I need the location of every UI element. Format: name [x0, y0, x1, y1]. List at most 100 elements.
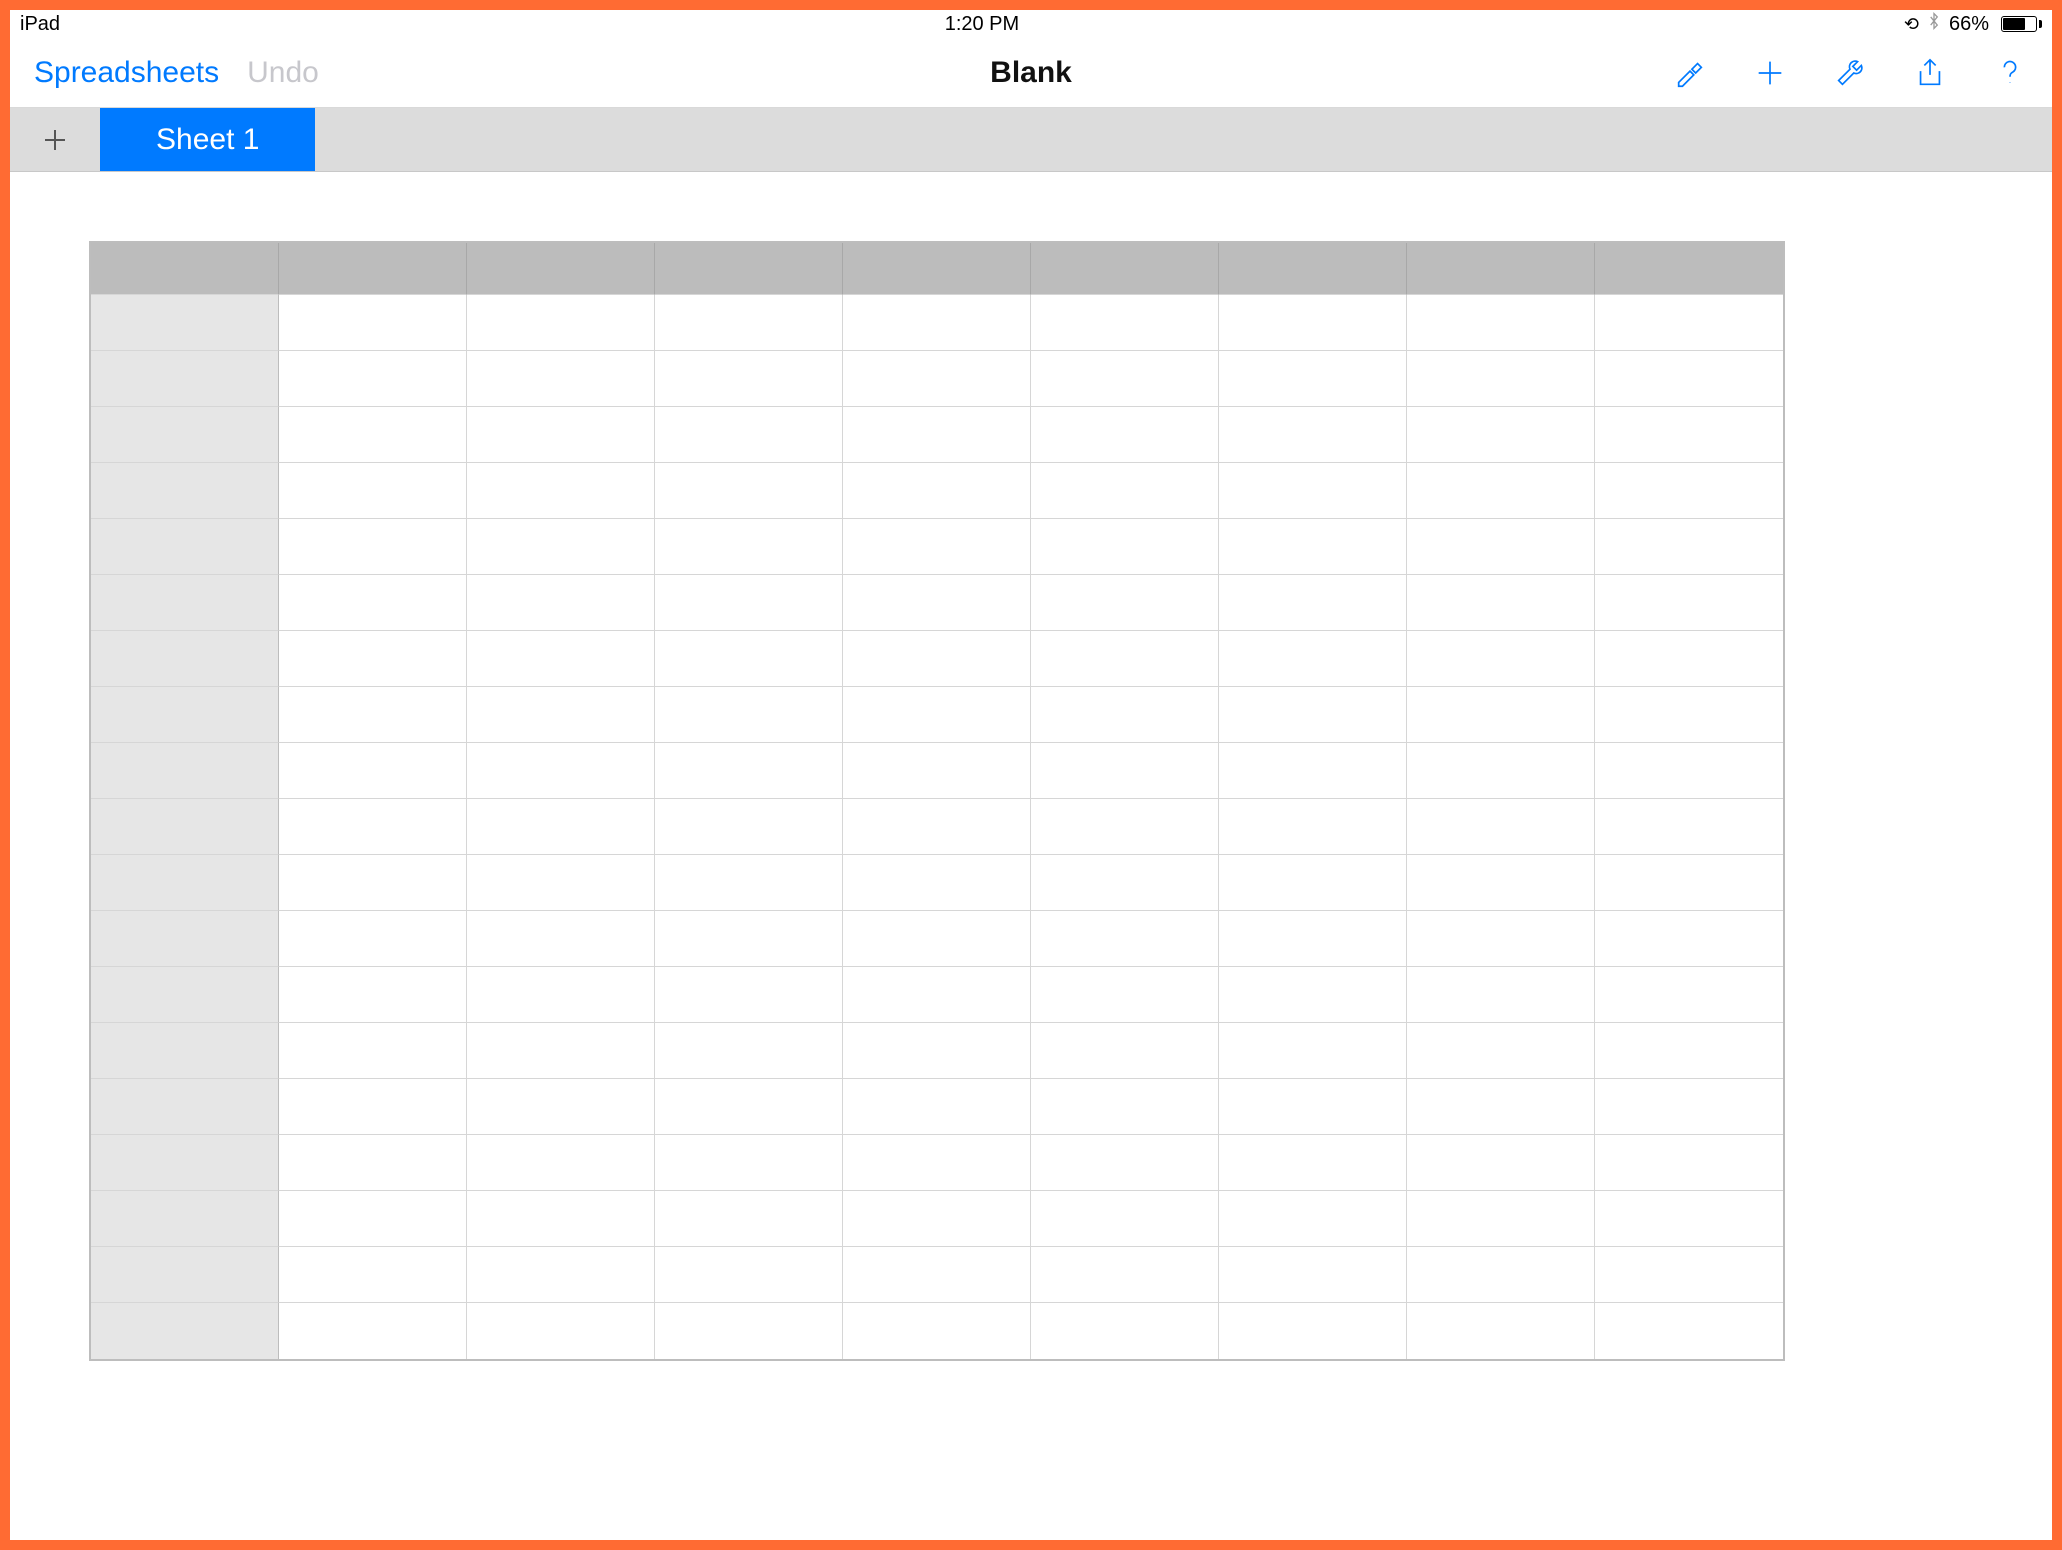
spreadsheet-canvas[interactable]	[10, 172, 2052, 1540]
cell[interactable]	[1219, 1079, 1407, 1135]
cell[interactable]	[279, 407, 467, 463]
cell[interactable]	[1219, 743, 1407, 799]
cell[interactable]	[1595, 799, 1783, 855]
cell[interactable]	[279, 687, 467, 743]
cell[interactable]	[1595, 407, 1783, 463]
cell[interactable]	[467, 1079, 655, 1135]
cell[interactable]	[1031, 687, 1219, 743]
cell[interactable]	[1407, 407, 1595, 463]
row-header[interactable]	[91, 855, 279, 911]
row-header[interactable]	[91, 911, 279, 967]
cell[interactable]	[655, 799, 843, 855]
cell[interactable]	[467, 743, 655, 799]
cell[interactable]	[1595, 1247, 1783, 1303]
column-header[interactable]	[467, 243, 655, 295]
cell[interactable]	[1031, 519, 1219, 575]
cell[interactable]	[1219, 799, 1407, 855]
cell[interactable]	[467, 1023, 655, 1079]
cell[interactable]	[1595, 1135, 1783, 1191]
cell[interactable]	[1407, 743, 1595, 799]
cell[interactable]	[279, 1303, 467, 1359]
cell[interactable]	[655, 1023, 843, 1079]
cell[interactable]	[843, 1247, 1031, 1303]
cell[interactable]	[1407, 911, 1595, 967]
cell[interactable]	[655, 1079, 843, 1135]
cell[interactable]	[655, 911, 843, 967]
cell[interactable]	[1595, 1191, 1783, 1247]
cell[interactable]	[1031, 407, 1219, 463]
cell[interactable]	[1219, 575, 1407, 631]
cell[interactable]	[467, 1135, 655, 1191]
cell[interactable]	[1031, 1191, 1219, 1247]
row-header[interactable]	[91, 1135, 279, 1191]
cell[interactable]	[279, 1135, 467, 1191]
cell[interactable]	[843, 1079, 1031, 1135]
row-header[interactable]	[91, 1303, 279, 1359]
cell[interactable]	[655, 295, 843, 351]
row-header[interactable]	[91, 687, 279, 743]
cell[interactable]	[467, 1191, 655, 1247]
cell[interactable]	[655, 463, 843, 519]
cell[interactable]	[1407, 1303, 1595, 1359]
cell[interactable]	[279, 1191, 467, 1247]
cell[interactable]	[1031, 743, 1219, 799]
cell[interactable]	[279, 1247, 467, 1303]
cell[interactable]	[843, 407, 1031, 463]
cell[interactable]	[1407, 1023, 1595, 1079]
cell[interactable]	[1219, 1135, 1407, 1191]
cell[interactable]	[655, 687, 843, 743]
cell[interactable]	[1031, 1023, 1219, 1079]
cell[interactable]	[1219, 295, 1407, 351]
cell[interactable]	[467, 463, 655, 519]
cell[interactable]	[1031, 1079, 1219, 1135]
cell[interactable]	[279, 575, 467, 631]
add-sheet-button[interactable]	[10, 108, 100, 171]
cell[interactable]	[1031, 967, 1219, 1023]
cell[interactable]	[1031, 295, 1219, 351]
cell[interactable]	[279, 799, 467, 855]
cell[interactable]	[279, 967, 467, 1023]
cell[interactable]	[1219, 855, 1407, 911]
cell[interactable]	[1595, 1303, 1783, 1359]
spreadsheets-back-button[interactable]: Spreadsheets	[34, 56, 219, 90]
cell[interactable]	[1407, 799, 1595, 855]
cell[interactable]	[279, 743, 467, 799]
cell[interactable]	[1595, 631, 1783, 687]
cell[interactable]	[1407, 631, 1595, 687]
cell[interactable]	[655, 575, 843, 631]
row-header[interactable]	[91, 631, 279, 687]
row-header[interactable]	[91, 967, 279, 1023]
cell[interactable]	[1407, 295, 1595, 351]
cell[interactable]	[467, 575, 655, 631]
cell[interactable]	[467, 519, 655, 575]
row-header[interactable]	[91, 407, 279, 463]
cell[interactable]	[1219, 1247, 1407, 1303]
cell[interactable]	[843, 1191, 1031, 1247]
cell[interactable]	[1595, 1023, 1783, 1079]
cell[interactable]	[1407, 1247, 1595, 1303]
sheet-tab-1[interactable]: Sheet 1	[100, 108, 315, 171]
cell[interactable]	[843, 463, 1031, 519]
cell[interactable]	[843, 855, 1031, 911]
cell[interactable]	[1595, 687, 1783, 743]
cell[interactable]	[843, 519, 1031, 575]
cell[interactable]	[279, 911, 467, 967]
spreadsheet-grid[interactable]	[90, 242, 1784, 1360]
cell[interactable]	[467, 295, 655, 351]
cell[interactable]	[279, 1079, 467, 1135]
cell[interactable]	[1031, 463, 1219, 519]
cell[interactable]	[467, 967, 655, 1023]
row-header[interactable]	[91, 463, 279, 519]
cell[interactable]	[279, 1023, 467, 1079]
cell[interactable]	[1595, 575, 1783, 631]
row-header[interactable]	[91, 1191, 279, 1247]
share-icon[interactable]	[1912, 55, 1948, 91]
cell[interactable]	[1595, 967, 1783, 1023]
cell[interactable]	[1219, 407, 1407, 463]
cell[interactable]	[1407, 855, 1595, 911]
cell[interactable]	[467, 799, 655, 855]
cell[interactable]	[279, 295, 467, 351]
undo-button[interactable]: Undo	[247, 56, 319, 90]
cell[interactable]	[1407, 575, 1595, 631]
cell[interactable]	[279, 351, 467, 407]
